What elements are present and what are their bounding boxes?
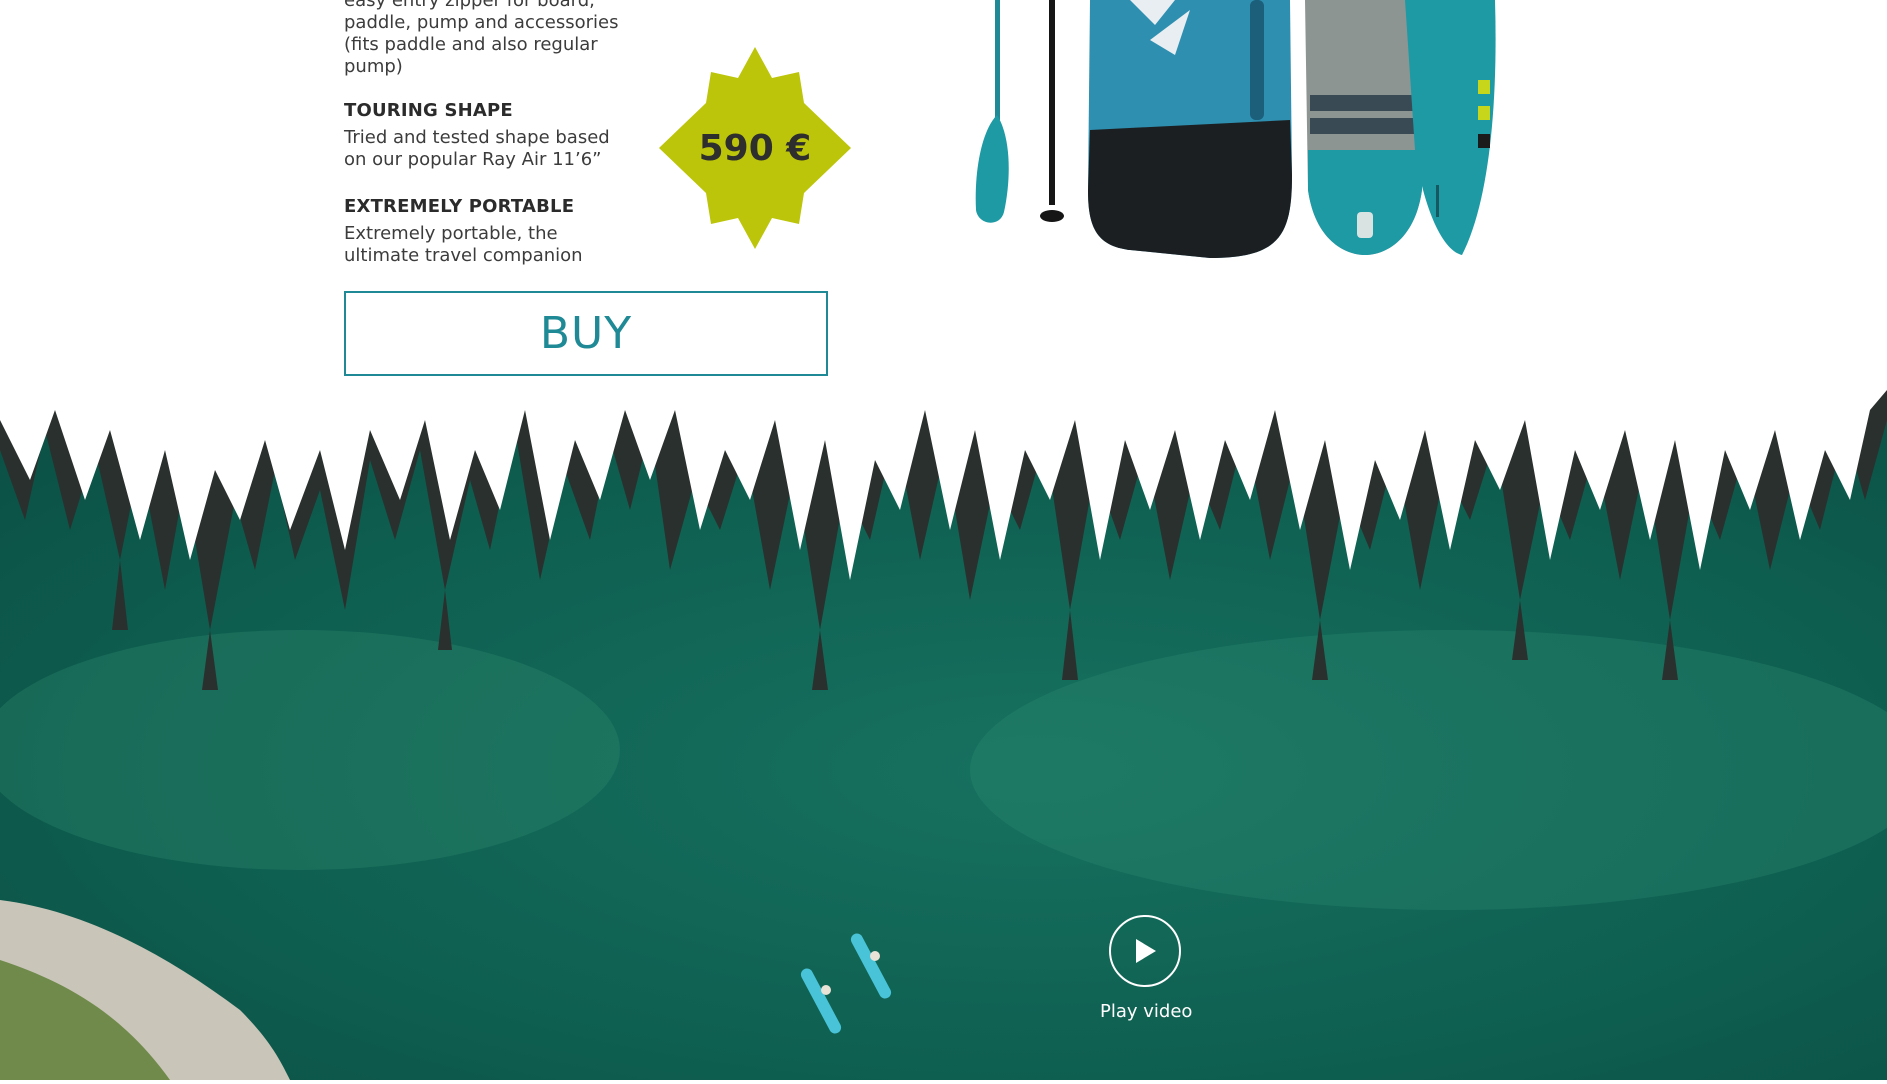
paddle-teal [975,0,1009,223]
backpack-blue [1088,0,1292,258]
price-label: 590 € [698,127,812,169]
play-icon [1136,939,1156,963]
play-video-label[interactable]: Play video [1100,1001,1192,1022]
play-video[interactable]: Play video [1100,915,1192,1022]
sup-board-teal [1405,0,1496,255]
buy-button[interactable]: BUY [344,291,828,376]
price-badge: 590 € [653,47,857,249]
paddle-black [1040,0,1064,222]
feature-portable-text: Extremely portable, the ultimate travel … [344,223,583,266]
feature-touring-text: Tried and tested shape based on our popu… [344,127,610,170]
feature-zipper-text: easy entry zipper for board, paddle, pum… [344,0,619,77]
hero-background [0,390,1887,1080]
play-button[interactable] [1109,915,1181,987]
product-image [960,0,1520,270]
feature-touring-title: TOURING SHAPE [344,100,513,121]
sup-board-grey [1305,0,1425,255]
feature-portable-title: EXTREMELY PORTABLE [344,196,575,217]
